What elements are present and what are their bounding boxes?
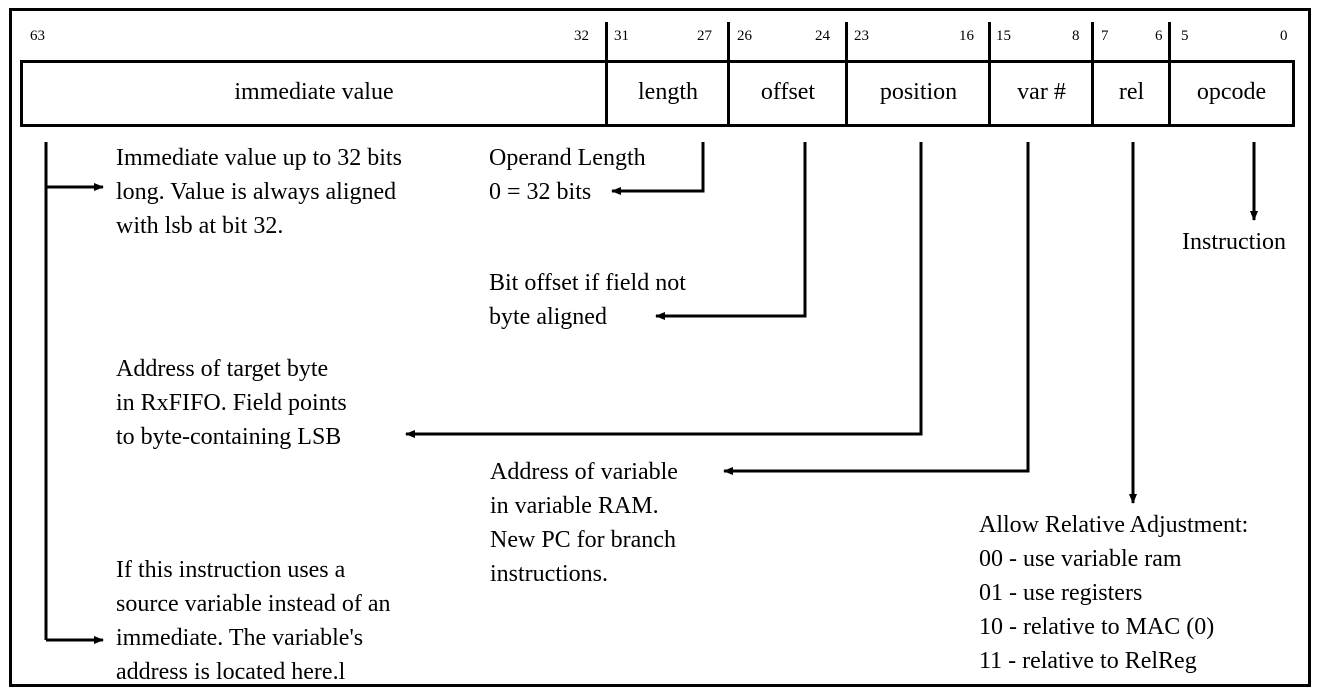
offset-description: Bit offset if field not byte aligned (489, 270, 686, 330)
source-variable-description: If this instruction uses a source variab… (116, 557, 391, 685)
rel-option: 00 - use variable ram (979, 546, 1182, 572)
length-description: Operand Length 0 = 32 bits (489, 145, 646, 205)
rel-option: 01 - use registers (979, 580, 1143, 606)
rel-description: Allow Relative Adjustment: 00 - use vari… (979, 508, 1248, 678)
rel-option: 10 - relative to MAC (0) (979, 614, 1215, 640)
opcode-description: Instruction (1182, 229, 1286, 255)
rel-description-title: Allow Relative Adjustment: (979, 512, 1249, 538)
immediate-description: Immediate value up to 32 bits long. Valu… (116, 145, 402, 239)
rel-option: 11 - relative to RelReg (979, 648, 1197, 674)
var-arrow (723, 142, 1030, 475)
position-description: Address of target byte in RxFIFO. Field … (116, 356, 347, 450)
var-description: Address of variable in variable RAM. New… (490, 459, 678, 587)
